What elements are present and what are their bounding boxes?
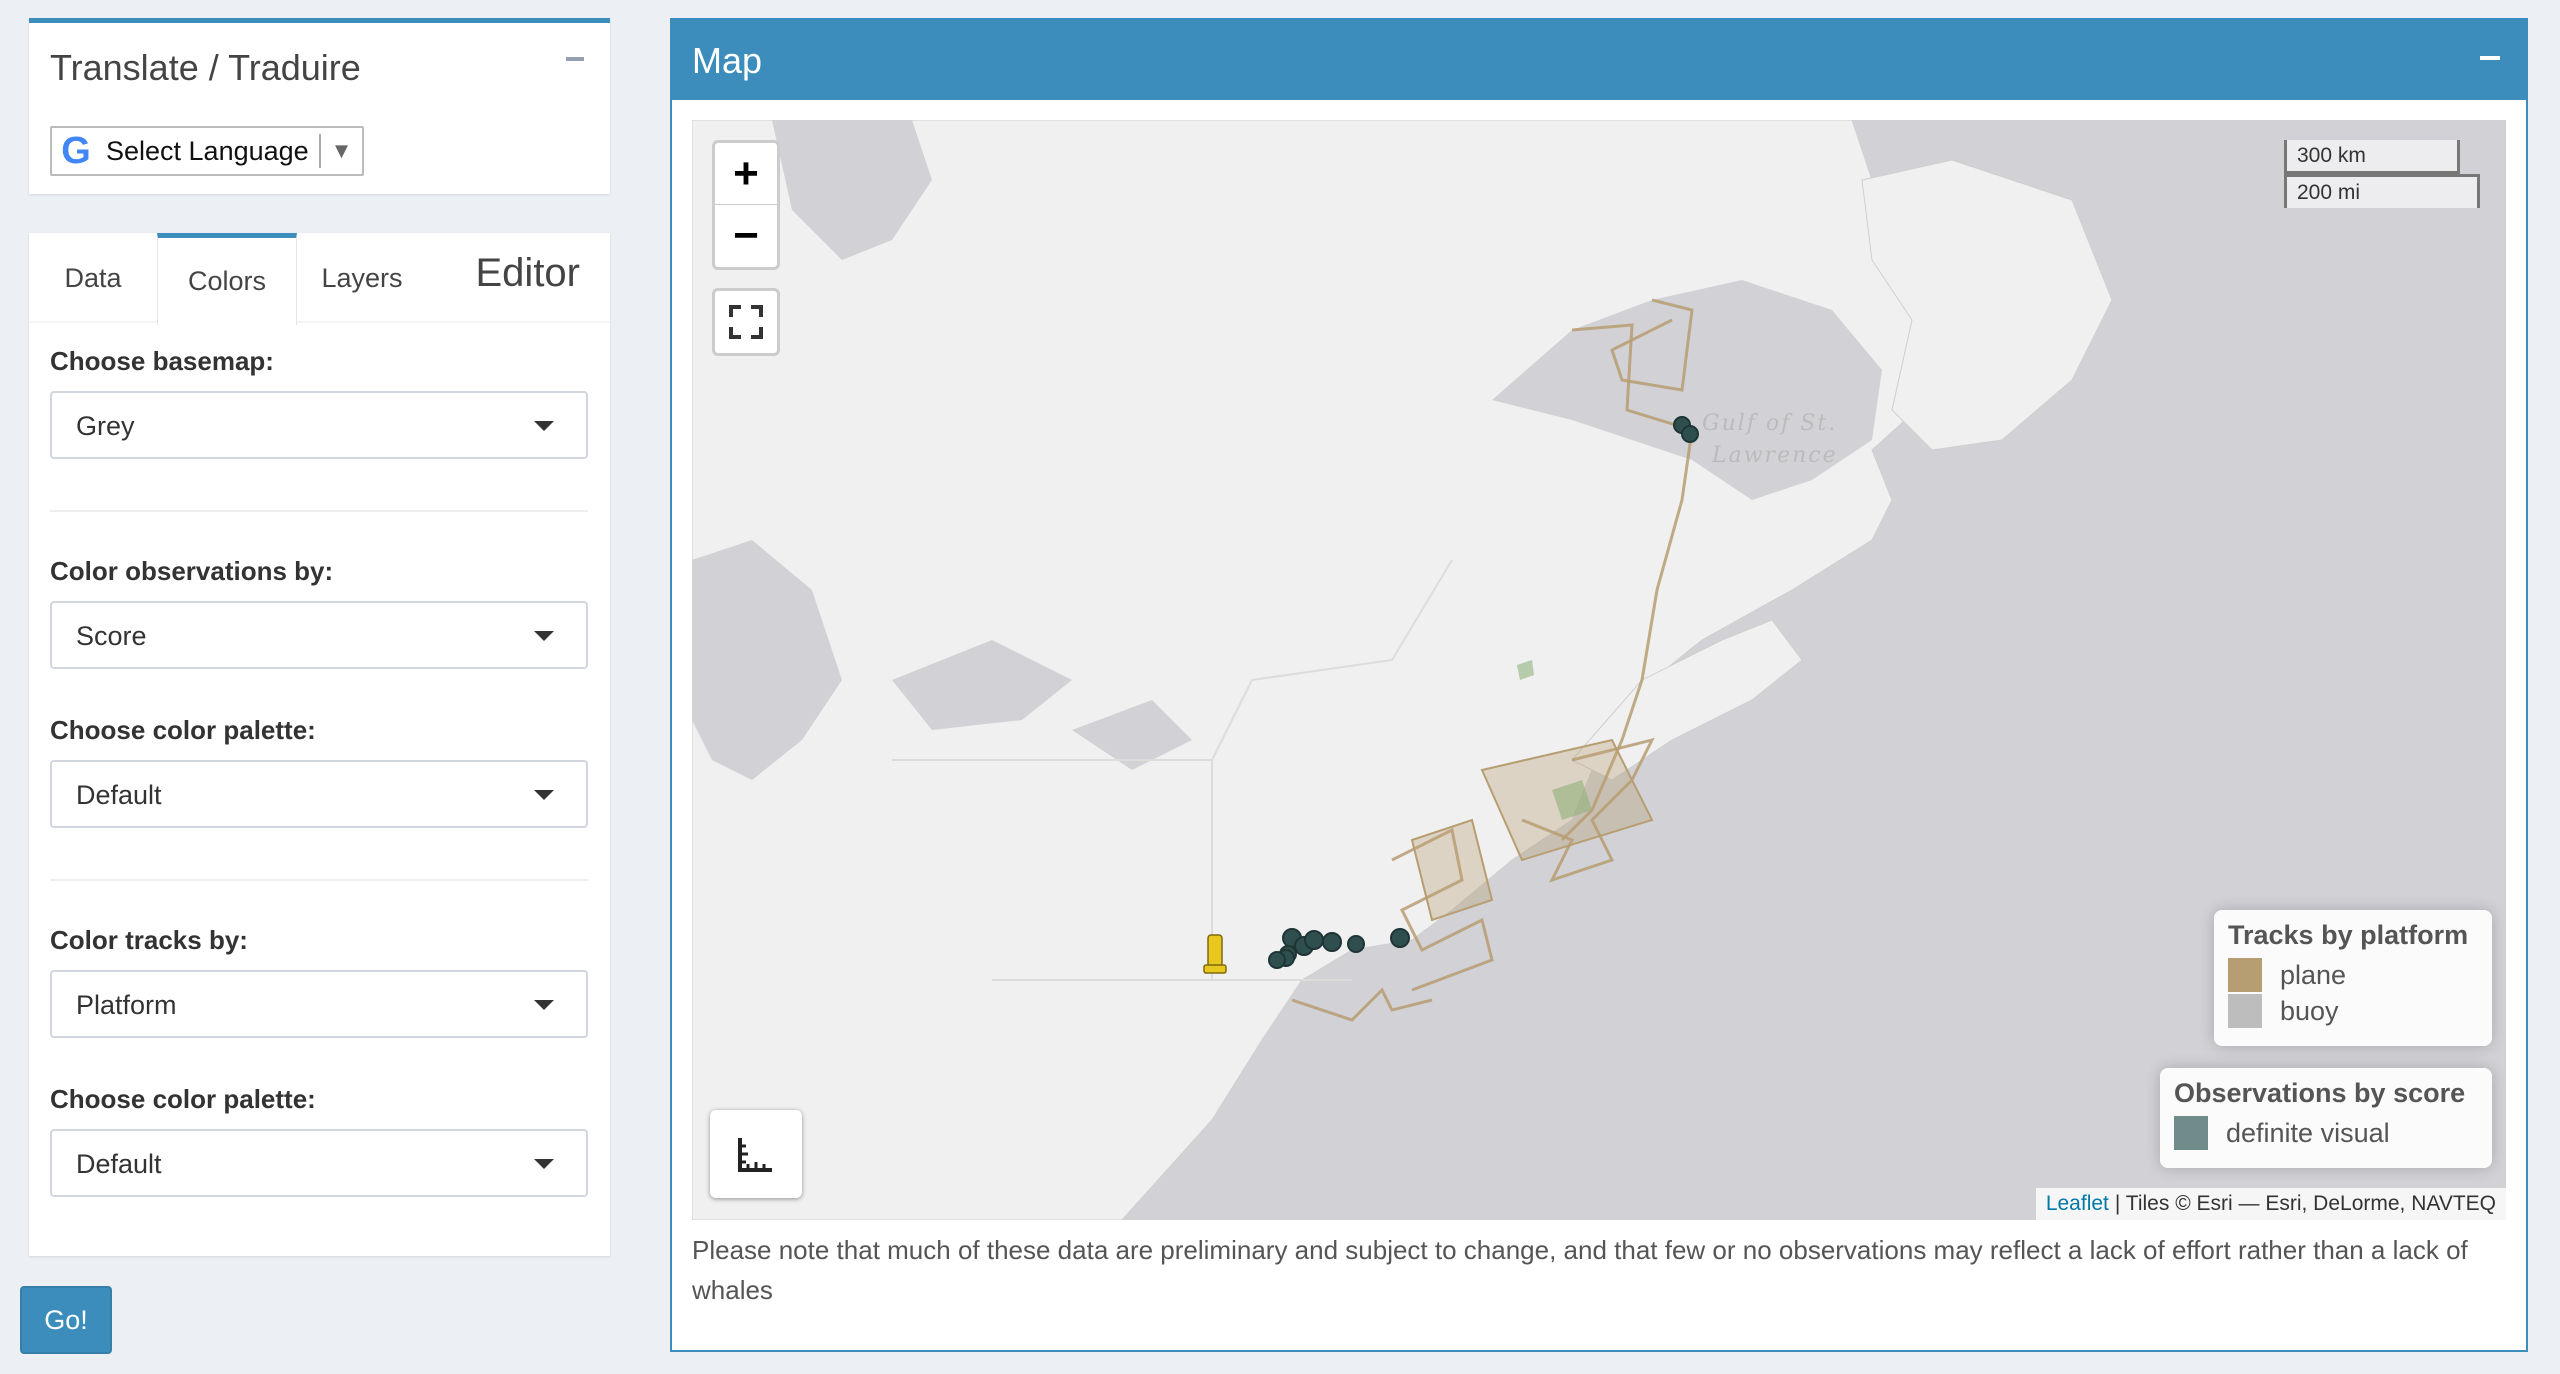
- region-label-gulf: Gulf of St.: [1702, 411, 1837, 436]
- map-title: Map: [692, 40, 763, 81]
- dropdown-caret-icon: [534, 1159, 554, 1169]
- legend-item-buoy: buoy: [2228, 993, 2478, 1029]
- ruler-icon: [738, 1138, 772, 1172]
- leaflet-map[interactable]: Gulf of St. Lawrence + − 300 km 200 mi T…: [692, 120, 2506, 1220]
- zoom-out-button[interactable]: −: [715, 205, 777, 267]
- map-collapse-button[interactable]: [2480, 56, 2500, 60]
- tracks-color-by-label: Color tracks by:: [50, 925, 248, 955]
- section-divider: [50, 879, 588, 881]
- tracks-legend-title: Tracks by platform: [2228, 920, 2469, 950]
- zoom-control: + −: [712, 140, 780, 270]
- tracks-palette-select[interactable]: Default: [50, 1129, 588, 1197]
- scale-bar: 300 km 200 mi: [2284, 140, 2484, 208]
- dropdown-caret-icon: ▼: [330, 138, 353, 163]
- section-divider: [50, 510, 588, 512]
- obs-legend-title: Observations by score: [2174, 1078, 2466, 1108]
- buoy-swatch: [2228, 994, 2262, 1028]
- obs-color-by-value: Score: [76, 621, 147, 651]
- tiles-attribution: | Tiles © Esri — Esri, DeLorme, NAVTEQ: [2114, 1192, 2496, 1215]
- editor-panel: Data Colors Layers Editor Choose basemap…: [29, 233, 610, 1256]
- tracks-palette-label: Choose color palette:: [50, 1084, 316, 1114]
- basemap-label: Choose basemap:: [50, 346, 274, 376]
- basemap-select[interactable]: Grey: [50, 391, 588, 459]
- fullscreen-icon: [729, 305, 763, 339]
- translate-collapse-button[interactable]: [566, 57, 584, 61]
- tab-layers[interactable]: Layers: [297, 233, 427, 323]
- tracks-color-by-select[interactable]: Platform: [50, 970, 588, 1038]
- buoy-marker: [1203, 934, 1227, 974]
- region-label-lawrence: Lawrence: [1711, 443, 1838, 468]
- dropdown-caret-icon: [534, 1000, 554, 1010]
- language-select-label: Select Language: [106, 135, 309, 166]
- basemap-layer: Gulf of St. Lawrence: [692, 120, 2113, 1220]
- legend-item-definite-visual: definite visual: [2174, 1115, 2478, 1151]
- obs-palette-value: Default: [76, 780, 162, 810]
- translate-title: Translate / Traduire: [50, 47, 361, 88]
- zoom-in-button[interactable]: +: [715, 143, 777, 205]
- legend-label-buoy: buoy: [2280, 995, 2339, 1026]
- scale-mi: 200 mi: [2284, 174, 2480, 208]
- land-north-america: [692, 120, 1993, 1220]
- obs-palette-label: Choose color palette:: [50, 715, 316, 745]
- dropdown-caret-icon: [534, 421, 554, 431]
- legend-label-plane: plane: [2280, 959, 2347, 990]
- obs-palette-select[interactable]: Default: [50, 760, 588, 828]
- tab-colors[interactable]: Colors: [157, 233, 297, 325]
- obs-color-by-select[interactable]: Score: [50, 601, 588, 669]
- map-attribution: Leaflet | Tiles © Esri — Esri, DeLorme, …: [2035, 1188, 2506, 1220]
- editor-tabs: Data Colors Layers Editor: [29, 233, 610, 325]
- editor-title: Editor: [475, 251, 581, 295]
- legend-label-definite-visual: definite visual: [2226, 1117, 2390, 1148]
- translate-panel: Translate / Traduire G Select Language ▼: [29, 18, 610, 194]
- basemap-value: Grey: [76, 411, 135, 441]
- plane-swatch: [2228, 958, 2262, 992]
- legend-item-plane: plane: [2228, 957, 2478, 993]
- tab-data[interactable]: Data: [29, 233, 157, 323]
- obs-color-by-label: Color observations by:: [50, 556, 334, 586]
- go-button[interactable]: Go!: [20, 1286, 112, 1354]
- language-select-divider: [318, 134, 321, 168]
- leaflet-link[interactable]: Leaflet: [2046, 1192, 2109, 1216]
- measure-button[interactable]: [710, 1110, 802, 1198]
- tracks-palette-value: Default: [76, 1149, 162, 1179]
- definite-visual-swatch: [2174, 1116, 2208, 1150]
- dropdown-caret-icon: [534, 631, 554, 641]
- dropdown-caret-icon: [534, 790, 554, 800]
- observations-legend: Observations by score definite visual: [2160, 1068, 2492, 1168]
- data-disclaimer: Please note that much of these data are …: [692, 1235, 2468, 1305]
- scale-km: 300 km: [2284, 140, 2460, 174]
- tracks-legend: Tracks by platform plane buoy: [2214, 910, 2492, 1046]
- map-panel: Map Gulf of St. Lawrence + − 300 km 200 …: [670, 18, 2528, 1352]
- tracks-color-by-value: Platform: [76, 990, 177, 1020]
- google-icon: G: [61, 130, 91, 172]
- fullscreen-button[interactable]: [712, 288, 780, 356]
- language-select[interactable]: G Select Language ▼: [50, 126, 364, 176]
- map-header: Map: [672, 20, 2526, 100]
